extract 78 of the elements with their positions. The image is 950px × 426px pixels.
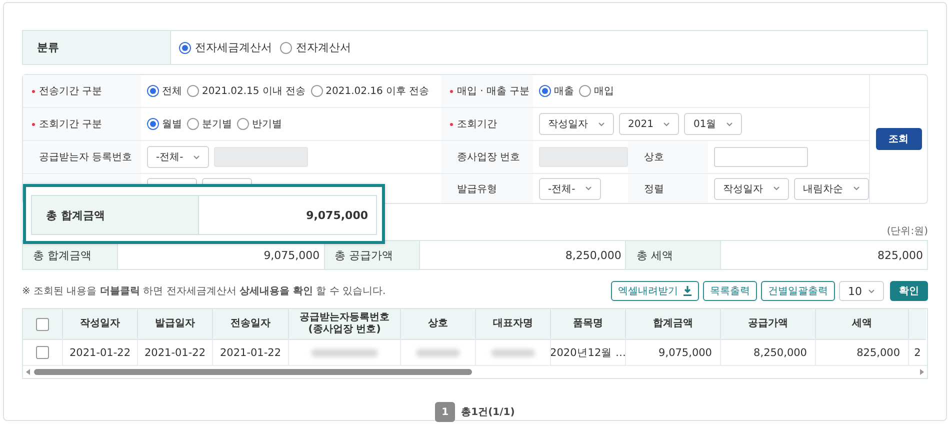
caret-icon	[585, 186, 592, 191]
header-cell-background	[909, 309, 926, 339]
notice-text: ※ 조회된 내용을 더블클릭 하면 전자세금계산서 상세내용을 확인 할 수 있습니다.	[22, 285, 386, 298]
dropdown[interactable]: 2021	[619, 113, 680, 135]
table-cell: 2021-01-22	[63, 339, 138, 365]
search-button[interactable]: 조회	[876, 128, 922, 150]
confirm-button[interactable]: 확인	[890, 281, 928, 301]
column-header: 상호	[401, 309, 476, 339]
field-label: 상호	[644, 151, 664, 164]
dropdown[interactable]: 작성일자	[539, 113, 614, 135]
toolbar-button[interactable]: 건별일괄출력	[761, 281, 835, 301]
checkbox[interactable]	[36, 346, 49, 359]
column-header: 품목명	[551, 309, 626, 339]
column-header: 전송일자	[213, 309, 289, 339]
radio-option[interactable]: 2021.02.16 이후 전송	[310, 84, 430, 98]
radio-option[interactable]: 2021.02.15 이내 전송	[187, 84, 306, 98]
field-label: 발급유형	[457, 182, 497, 196]
radio-option[interactable]: 분기별	[187, 117, 232, 131]
dropdown[interactable]: -전체-	[147, 146, 210, 168]
caret-icon	[663, 122, 670, 126]
radio-option[interactable]: 전자계산서	[280, 40, 351, 55]
dropdown[interactable]: 내림차순	[794, 178, 869, 200]
page-size-dropdown[interactable]: 10	[839, 281, 884, 301]
field-label: 분류	[37, 40, 59, 55]
field-label: 조회기간 구분	[39, 118, 102, 131]
dropdown[interactable]: 작성일자	[714, 178, 789, 200]
table-cell: 825,000	[816, 339, 909, 365]
radio-option[interactable]: 전체	[147, 84, 182, 98]
checkbox[interactable]	[36, 318, 49, 330]
column-header: 작성일자	[63, 309, 138, 339]
column-header: 합계금액	[626, 309, 721, 339]
scrollbar-thumb[interactable]	[34, 369, 472, 375]
blurred-text-placeholder	[416, 348, 460, 356]
blurred-text-placeholder	[490, 348, 536, 356]
column-header: 공급받는자등록번호 (종사업장 번호)	[289, 309, 401, 339]
radio-option[interactable]: 반기별	[237, 117, 282, 131]
callout-label: 총 합계금액	[46, 208, 105, 222]
toolbar-button[interactable]: 엑셀내려받기	[611, 281, 699, 301]
field-label: 조회기간	[457, 118, 497, 131]
field-label: 정렬	[644, 182, 664, 196]
caret-icon	[193, 154, 200, 160]
scroll-left-icon[interactable]	[26, 369, 31, 375]
dropdown[interactable]: -전체-	[539, 178, 602, 200]
summary-value: 8,250,000	[418, 241, 626, 269]
column-header: 대표자명	[476, 309, 551, 339]
download-icon	[683, 286, 692, 296]
table-cell: 2	[909, 339, 926, 365]
radio-option[interactable]: 매출	[539, 84, 574, 98]
toolbar-button[interactable]: 목록출력	[703, 281, 757, 301]
unit-label: (단위:원)	[886, 226, 928, 237]
radio-option[interactable]: 전자세금계산서	[179, 40, 272, 55]
blurred-text-placeholder	[311, 348, 378, 356]
table-cell: 9,075,000	[626, 339, 721, 365]
column-header: 세액	[816, 309, 909, 339]
field-label: 전송기간 구분	[39, 85, 102, 98]
table-cell: 2021-01-22	[213, 339, 289, 365]
column-header: 발급일자	[138, 309, 213, 339]
radio-option[interactable]: 월별	[147, 117, 182, 131]
summary-label: 총 세액	[626, 241, 720, 269]
caret-icon	[853, 186, 860, 191]
field-label: 매입 · 매출 구분	[457, 85, 530, 98]
caret-icon	[598, 122, 605, 126]
field-label: 종사업장 번호	[457, 151, 520, 164]
input-field[interactable]	[714, 147, 808, 167]
scroll-right-icon[interactable]	[919, 369, 924, 375]
column-header: 공급가액	[721, 309, 816, 339]
callout-value: 9,075,000	[306, 208, 368, 222]
dropdown[interactable]: 01월	[684, 113, 742, 135]
table-cell: 8,250,000	[721, 339, 816, 365]
caret-icon	[726, 122, 734, 126]
table-cell: 2020년12월 …	[551, 339, 626, 365]
radio-option[interactable]: 매입	[579, 84, 614, 98]
table-cell: 2021-01-22	[138, 339, 213, 365]
caret-icon	[773, 186, 780, 191]
total-count: 총1건(1/1)	[461, 406, 515, 419]
field-label: 공급받는자 등록번호	[39, 151, 132, 164]
summary-label: 총 공급가액	[324, 241, 419, 269]
caret-icon	[868, 288, 875, 294]
